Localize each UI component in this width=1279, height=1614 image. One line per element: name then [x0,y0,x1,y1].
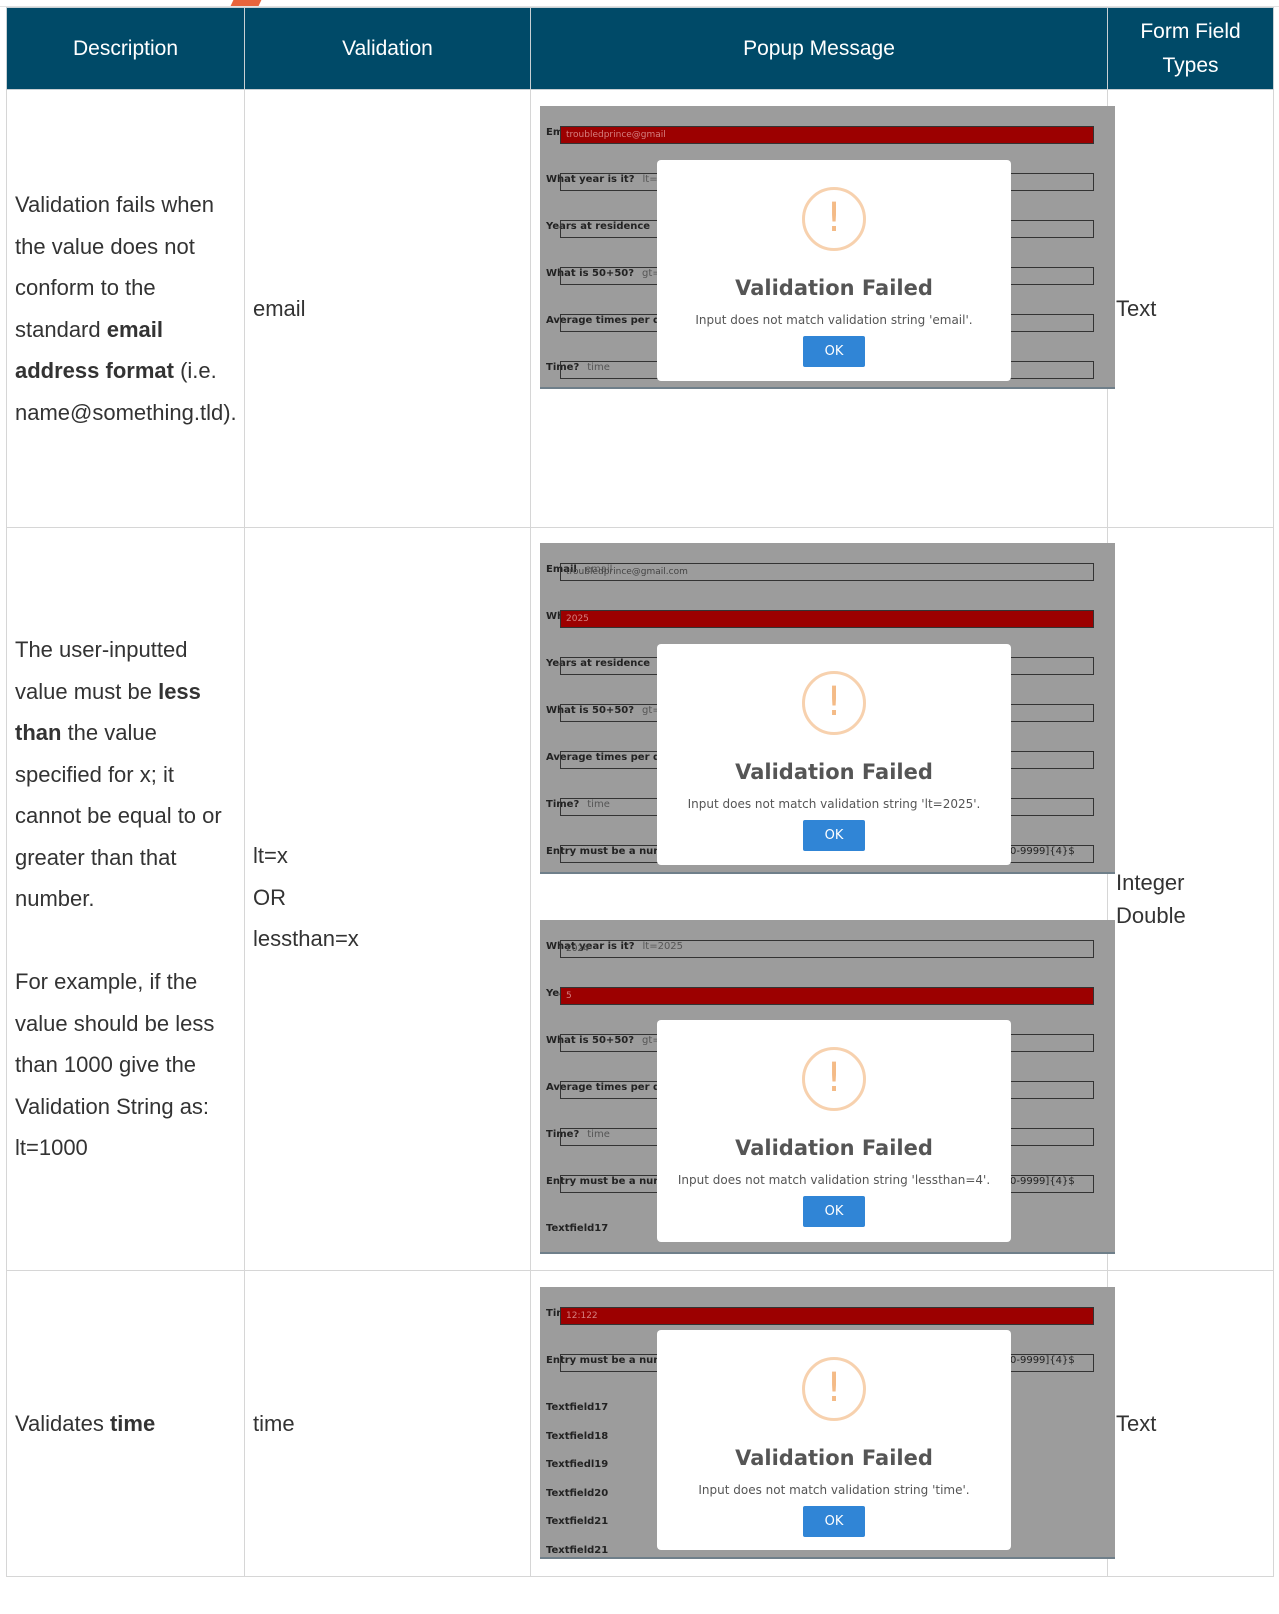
validation-cell: email [244,89,531,528]
table-row: Validation fails when the value does not… [6,89,1274,528]
field-input[interactable]: troubledprince@gmail.com [560,563,1094,581]
validation-string: email [253,295,306,321]
field-label-text: Textfield21 [546,1516,609,1527]
validation-string: lessthan=x [253,926,359,951]
popup-cell: Time?time12:122Entry must be a num0-9999… [530,1270,1115,1577]
form-field-type: Text [1116,296,1157,321]
field-input-error[interactable]: troubledprince@gmail [560,126,1094,144]
form-field-type: Text [1116,1411,1157,1436]
warning-icon: ! [802,1357,866,1421]
form-field-type: Integer [1116,870,1185,895]
form-screenshot: What year is it?lt=20252024Years at resi… [540,920,1115,1254]
warning-icon: ! [802,1047,866,1111]
top-strip [0,0,1279,7]
header-types-line1: Form Field [1140,19,1241,43]
table-row: Validates timetimeTime?time12:122Entry m… [6,1270,1274,1577]
field-label-text: Textfiedl19 [546,1459,609,1470]
form-field-label: Textfield17 [546,1208,608,1250]
validation-table: Description Validation Popup Message For… [6,7,1274,1577]
validation-modal: ! Validation Failed Input does not match v… [657,1020,1011,1242]
validation-string: lt=x [253,843,288,868]
ok-button[interactable]: OK [803,336,865,367]
ok-button[interactable]: OK [803,820,865,851]
form-screenshot: Time?time12:122Entry must be a num0-9999… [540,1287,1115,1559]
popup-cell: Emailemailtroubledprince@gmail.comWhat y… [530,527,1115,1271]
field-input-error[interactable]: 2025 [560,610,1094,628]
form-field-type: Double [1116,903,1186,928]
popup-screenshots: Emailemailtroubledprince@gmailWhat year … [531,90,1115,527]
header-popup-message: Popup Message [530,7,1108,90]
field-label-text: Textfield18 [546,1430,609,1442]
form-field-types-cell: Integer Double [1107,527,1274,1271]
ok-button[interactable]: OK [803,1506,865,1537]
header-form-field-types: Form Field Types [1107,7,1274,90]
field-input-error[interactable]: 12:122 [560,1307,1094,1325]
popup-cell: Emailemailtroubledprince@gmailWhat year … [530,89,1115,528]
field-label-text: Textfield20 [546,1487,609,1499]
field-input-error[interactable]: 5 [560,987,1094,1005]
header-types-line2: Types [1162,53,1219,77]
header-validation: Validation [244,7,531,90]
table-row: The user-inputted value must be less tha… [6,527,1274,1271]
validation-string: OR [253,884,286,910]
validation-string: time [253,1410,295,1436]
field-input[interactable]: 2024 [560,940,1094,958]
ok-button[interactable]: OK [803,1196,865,1227]
validation-modal: ! Validation Failed Input does not match v… [657,160,1011,381]
field-label-text: Textfield17 [546,1402,609,1413]
description-cell: The user-inputted value must be less tha… [6,527,245,1271]
description-text: For example, if the value should be less… [15,969,215,1161]
description-cell: Validation fails when the value does not… [6,89,245,528]
validation-modal: ! Validation Failed Input does not match v… [657,644,1011,865]
popup-screenshots: Time?time12:122Entry must be a num0-9999… [531,1271,1115,1576]
description-keyword: time [109,1410,156,1436]
validation-cell: lt=x OR lessthan=x [244,527,531,1271]
header-description: Description [6,7,245,90]
warning-icon: ! [802,187,866,251]
validation-modal: ! Validation Failed Input does not match v… [657,1330,1011,1550]
brand-accent [230,0,262,6]
form-field-types-cell: Text [1107,89,1274,528]
form-field-label: Textfield21 [546,1530,609,1558]
validation-cell: time [244,1270,531,1577]
warning-icon: ! [802,671,866,735]
description-cell: Validates time [6,1270,245,1577]
description-text: the value specified for x; it cannot be … [15,720,222,912]
form-screenshot: Emailemailtroubledprince@gmail.comWhat y… [540,543,1115,874]
popup-screenshots: Emailemailtroubledprince@gmail.comWhat y… [531,528,1115,1270]
table-header-row: Description Validation Popup Message For… [6,7,1274,90]
form-screenshot: Emailemailtroubledprince@gmailWhat year … [540,106,1115,389]
field-label-text: Textfield21 [546,1544,609,1556]
description-text: Validates [15,1410,110,1436]
field-label-text: Textfield17 [546,1223,609,1234]
form-field-types-cell: Text [1107,1270,1274,1577]
